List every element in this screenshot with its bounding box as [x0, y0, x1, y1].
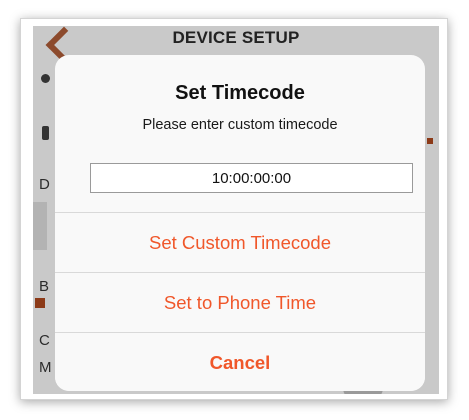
screenshot-frame: DEVICE SETUP D B C M Set Timecode Please…	[20, 18, 448, 400]
timecode-input[interactable]	[90, 163, 413, 193]
background-row-label: M	[39, 359, 52, 376]
cancel-button[interactable]: Cancel	[55, 332, 425, 391]
background-device-icon	[42, 126, 49, 140]
set-phone-time-button[interactable]: Set to Phone Time	[55, 272, 425, 332]
background-indicator-dot	[427, 138, 433, 144]
alert-message: Please enter custom timecode	[142, 117, 338, 133]
page-title: DEVICE SETUP	[172, 28, 300, 47]
background-dot-icon	[41, 74, 50, 83]
timecode-alert-dialog: Set Timecode Please enter custom timecod…	[55, 55, 425, 391]
alert-title: Set Timecode	[175, 82, 305, 104]
background-row-label: D	[39, 176, 50, 193]
background-orange-marker	[35, 298, 45, 308]
set-custom-timecode-button[interactable]: Set Custom Timecode	[55, 212, 425, 272]
background-row-label: C	[39, 332, 50, 349]
background-row-label: B	[39, 278, 50, 295]
alert-header: Set Timecode Please enter custom timecod…	[55, 55, 425, 160]
background-field	[33, 202, 47, 250]
